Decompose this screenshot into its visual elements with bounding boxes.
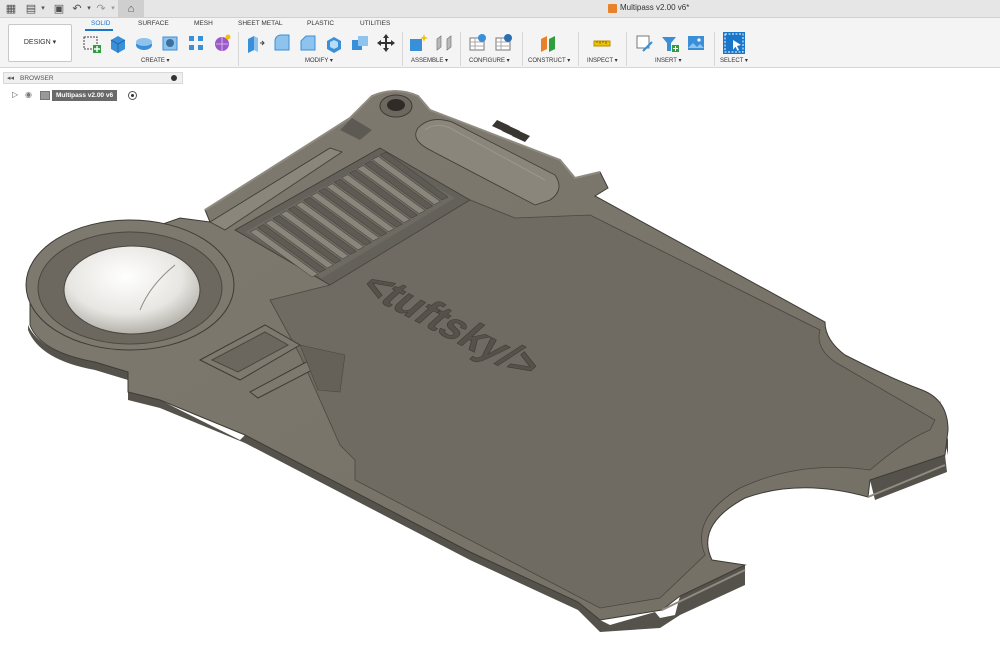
app-grid-icon[interactable]: ▦ [4,2,18,16]
tab-solid[interactable]: SOLID [91,20,111,27]
inspect-menu[interactable]: INSPECT ▾ [587,57,618,64]
create-sketch-icon[interactable] [82,33,102,53]
configure-rule-icon[interactable] [494,33,514,53]
select-icon[interactable] [723,32,745,54]
fillet-icon[interactable] [272,33,292,53]
revolve-icon[interactable] [134,33,154,53]
document-title: Multipass v2.00 v6* [620,3,690,12]
hole-icon[interactable] [160,33,180,53]
card-tray [269,199,936,609]
separator [402,32,403,66]
new-component-icon[interactable] [408,33,428,53]
move-icon[interactable] [376,33,396,53]
tab-plastic[interactable]: PLASTIC [307,20,334,27]
configure-menu[interactable]: CONFIGURE ▾ [469,57,510,64]
combine-icon[interactable] [350,33,370,53]
separator [238,32,239,66]
tab-surface[interactable]: SURFACE [138,20,169,27]
configure-table-icon[interactable] [468,33,488,53]
pattern-icon[interactable] [186,33,206,53]
home-icon[interactable]: ⌂ [118,0,144,18]
measure-icon[interactable] [592,33,612,53]
insert-mesh-icon[interactable] [660,33,680,53]
construct-menu[interactable]: CONSTRUCT ▾ [528,57,570,64]
chamfer-icon[interactable] [298,33,318,53]
file-chevron-down-icon[interactable]: ▾ [36,2,50,16]
document-cube-icon [608,4,617,13]
modify-menu[interactable]: MODIFY ▾ [305,57,333,64]
insert-menu[interactable]: INSERT ▾ [655,57,681,64]
separator [578,32,579,66]
shell-icon[interactable] [324,33,344,53]
insert-image-icon[interactable] [686,33,706,53]
joint-icon[interactable] [434,33,454,53]
create-menu[interactable]: CREATE ▾ [141,57,170,64]
active-tab-indicator [85,29,113,31]
offset-plane-icon[interactable] [538,33,558,53]
separator [714,32,715,66]
select-menu[interactable]: SELECT ▾ [720,57,748,64]
save-icon[interactable]: ▣ [52,2,66,16]
separator [460,32,461,66]
tab-mesh[interactable]: MESH [194,20,213,27]
workspace-switcher-button[interactable]: DESIGN ▾ [8,24,72,62]
toolbar-ribbon: DESIGN ▾ SOLID SURFACE MESH SHEET METAL … [0,18,1000,68]
title-bar: ▦ ▤ ▾ ▣ ↶ ▾ ↷ ▾ ⌂ Multipass v2.00 v6* [0,0,1000,18]
separator [522,32,523,66]
assemble-menu[interactable]: ASSEMBLE ▾ [411,57,448,64]
separator [626,32,627,66]
insert-derive-icon[interactable] [634,33,654,53]
tab-sheet-metal[interactable]: SHEET METAL [238,20,283,27]
tab-utilities[interactable]: UTILITIES [360,20,390,27]
form-icon[interactable] [212,33,232,53]
keyring-hole [379,94,413,118]
thumb-ring[interactable] [25,219,235,351]
extrude-icon[interactable] [108,33,128,53]
3d-viewport[interactable]: <tuftsky/> [0,69,1000,662]
press-pull-icon[interactable] [246,33,266,53]
